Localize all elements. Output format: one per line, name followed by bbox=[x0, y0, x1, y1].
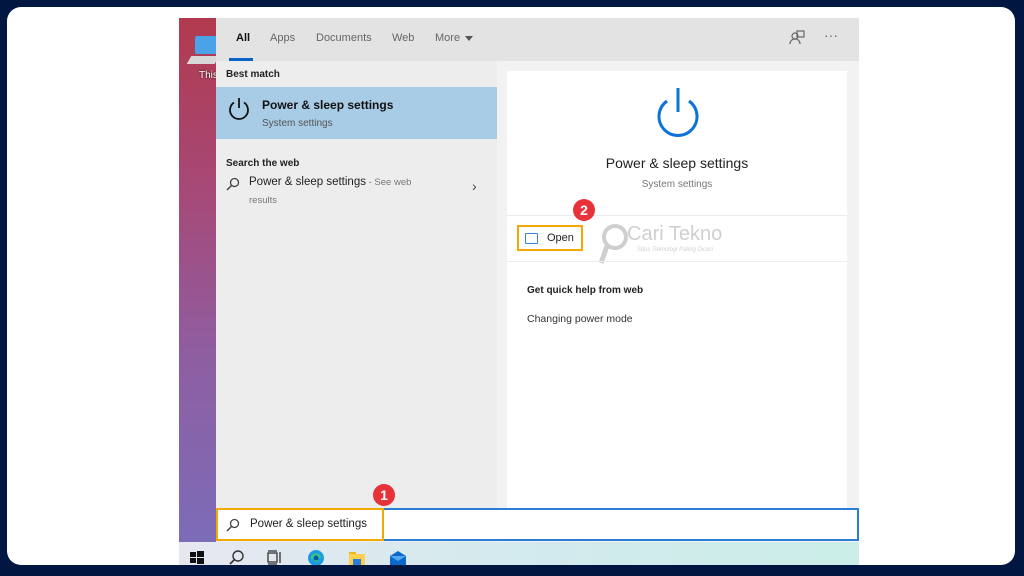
watermark-logo: Cari Tekno Situs Teknologi Paling Dicari bbox=[598, 221, 739, 271]
best-match-heading: Best match bbox=[226, 69, 280, 80]
windows-start-icon[interactable] bbox=[187, 548, 207, 565]
watermark-tagline: Situs Teknologi Paling Dicari bbox=[637, 247, 713, 253]
search-icon bbox=[226, 177, 240, 191]
best-match-title: Power & sleep settings bbox=[262, 98, 394, 112]
open-window-icon bbox=[525, 233, 538, 244]
tab-web[interactable]: Web bbox=[392, 32, 414, 44]
preview-title: Power & sleep settings bbox=[605, 155, 749, 171]
web-result-suffix-2: results bbox=[249, 195, 277, 206]
open-label: Open bbox=[547, 232, 574, 244]
screenshot-frame: This PC All Apps Documents Web More ··· … bbox=[7, 7, 1015, 565]
tab-more[interactable]: More bbox=[435, 32, 474, 44]
search-icon bbox=[226, 518, 240, 532]
power-icon bbox=[229, 98, 249, 120]
chevron-right-icon[interactable]: › bbox=[472, 178, 477, 194]
preview-pane: Power & sleep settings System settings O… bbox=[497, 61, 859, 543]
results-list: Best match Power & sleep settings System… bbox=[216, 61, 497, 543]
edge-browser-icon[interactable] bbox=[306, 548, 326, 565]
help-heading: Get quick help from web bbox=[527, 285, 644, 296]
web-result-title: Power & sleep settings bbox=[249, 176, 366, 188]
help-link[interactable]: Changing power mode bbox=[527, 313, 633, 325]
divider bbox=[507, 215, 847, 216]
caret-down-icon bbox=[465, 35, 474, 41]
tab-apps[interactable]: Apps bbox=[270, 32, 295, 44]
preview-card: Power & sleep settings System settings O… bbox=[507, 71, 847, 511]
divider bbox=[507, 261, 847, 262]
watermark-title: Cari Tekno bbox=[627, 223, 723, 245]
keyboard-shape bbox=[186, 56, 220, 64]
search-tabs: All Apps Documents Web More ··· bbox=[216, 18, 859, 62]
tab-all[interactable]: All bbox=[236, 32, 250, 44]
open-button[interactable]: Open bbox=[517, 225, 583, 251]
web-result-item[interactable]: Power & sleep settings - See web results… bbox=[216, 171, 497, 211]
file-explorer-icon[interactable] bbox=[347, 548, 367, 565]
web-result-suffix: - See web bbox=[365, 177, 412, 188]
start-search-panel: All Apps Documents Web More ··· Best mat… bbox=[216, 18, 859, 543]
power-large-icon bbox=[657, 88, 699, 137]
tab-more-label: More bbox=[435, 32, 461, 44]
ellipsis-icon[interactable]: ··· bbox=[824, 27, 838, 43]
best-match-item[interactable]: Power & sleep settings System settings bbox=[216, 87, 497, 139]
taskbar-search-icon[interactable] bbox=[227, 548, 247, 565]
this-pc-desktop-icon[interactable]: This PC bbox=[186, 30, 235, 90]
feedback-icon[interactable] bbox=[789, 30, 805, 49]
annotation-badge-1: 1 bbox=[373, 484, 395, 506]
desktop: This PC All Apps Documents Web More ··· … bbox=[179, 18, 859, 565]
task-view-icon[interactable] bbox=[265, 548, 285, 565]
tab-documents[interactable]: Documents bbox=[316, 32, 372, 44]
search-value: Power & sleep settings bbox=[250, 518, 367, 530]
preview-subtitle: System settings bbox=[641, 179, 713, 190]
annotation-badge-2: 2 bbox=[573, 199, 595, 221]
taskbar bbox=[179, 542, 859, 565]
search-web-heading: Search the web bbox=[226, 158, 300, 169]
mail-icon[interactable] bbox=[388, 548, 408, 565]
best-match-subtitle: System settings bbox=[262, 118, 333, 129]
search-input[interactable]: Power & sleep settings bbox=[216, 508, 384, 541]
monitor-icon bbox=[195, 36, 217, 54]
desktop-wallpaper bbox=[179, 18, 219, 543]
